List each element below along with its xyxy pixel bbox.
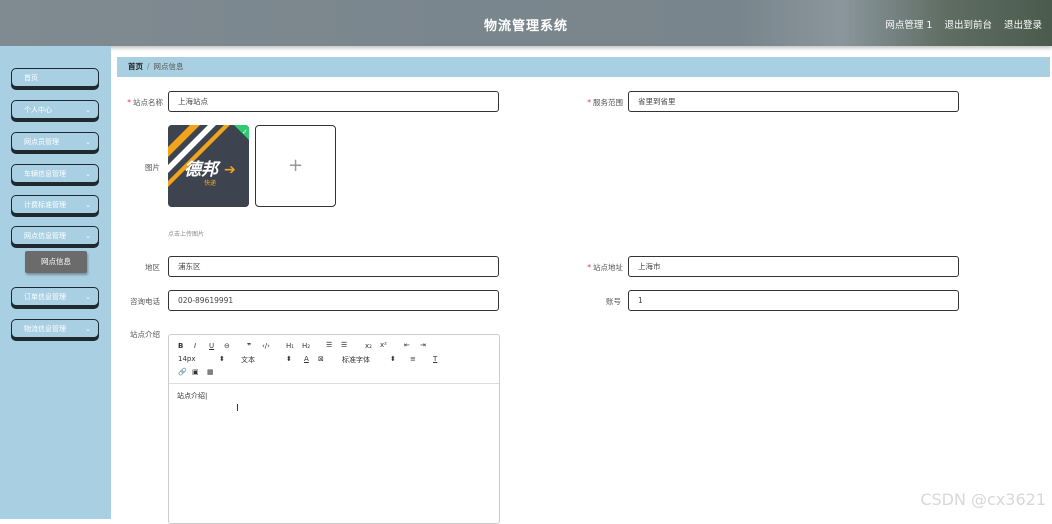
- sidebar-item-billing[interactable]: 计费标准管理 ⌄: [11, 195, 99, 214]
- text-style-label[interactable]: 文本: [241, 355, 255, 365]
- region-input[interactable]: 浦东区: [168, 256, 499, 277]
- italic-icon[interactable]: I: [194, 342, 196, 350]
- bullet-list-icon[interactable]: ☰: [341, 341, 347, 349]
- ordered-list-icon[interactable]: ☰: [326, 341, 332, 349]
- upload-hint: 点击上传图片: [168, 231, 205, 238]
- chevron-updown-icon: ⬍: [219, 355, 225, 363]
- account-input[interactable]: 1: [628, 290, 959, 311]
- heading1-icon[interactable]: H₁: [286, 342, 294, 350]
- sidebar-item-label: 物流信息管理: [24, 325, 66, 333]
- indent-icon[interactable]: ⇥: [420, 341, 426, 349]
- sidebar-item-orders[interactable]: 订单信息管理 ⌄: [11, 287, 99, 306]
- sidebar-item-label: 车辆信息管理: [24, 170, 66, 178]
- bold-icon[interactable]: B: [178, 342, 183, 350]
- upload-add-button[interactable]: +: [255, 125, 336, 207]
- breadcrumb-separator: /: [147, 62, 150, 71]
- align-icon[interactable]: ≡: [410, 355, 416, 363]
- video-icon[interactable]: ▦: [207, 368, 214, 376]
- plus-icon: +: [287, 155, 304, 176]
- subscript-icon[interactable]: x₂: [365, 342, 372, 350]
- chevron-updown-icon: ⬍: [286, 355, 292, 363]
- clear-format-icon[interactable]: T: [433, 355, 437, 363]
- required-mark: *: [587, 98, 591, 107]
- sidebar: 首页 个人中心 ⌄ 网点员管理 ⌄ 车辆信息管理 ⌄ 计费标准管理 ⌄ 网点信息…: [0, 46, 111, 519]
- svg-text:➔: ➔: [224, 162, 236, 178]
- sidebar-item-label: 网点信息管理: [24, 232, 66, 240]
- svg-text:快递: 快递: [204, 179, 216, 187]
- outdent-icon[interactable]: ⇤: [404, 341, 410, 349]
- heading2-icon[interactable]: H₂: [302, 342, 310, 350]
- editor-content[interactable]: 站点介绍|: [177, 391, 207, 401]
- code-icon[interactable]: ‹/›: [262, 342, 270, 350]
- region-label: 地区: [145, 263, 160, 272]
- required-mark: *: [127, 98, 131, 107]
- phone-label: 咨询电话: [130, 297, 160, 306]
- image-icon[interactable]: ▣: [192, 368, 199, 376]
- sidebar-item-label: 订单信息管理: [24, 293, 66, 301]
- link-icon[interactable]: 🔗: [178, 368, 187, 376]
- header-actions: 网点管理 1 退出到前台 退出登录: [885, 17, 1042, 31]
- deppon-logo-icon: ✓ 德邦 ➔ 快递: [168, 125, 249, 207]
- chevron-down-icon: ⌄: [85, 138, 91, 146]
- font-family-select[interactable]: 标准字体: [342, 355, 370, 365]
- font-color-icon[interactable]: A: [304, 355, 309, 363]
- logout-link[interactable]: 退出登录: [1004, 17, 1042, 31]
- intro-label: 站点介绍: [130, 330, 160, 339]
- uploaded-image[interactable]: ✓ 德邦 ➔ 快递: [168, 125, 249, 207]
- chevron-down-icon: ⌄: [85, 325, 91, 333]
- strike-icon[interactable]: ⊖: [224, 342, 230, 350]
- sidebar-item-vehicles[interactable]: 车辆信息管理 ⌄: [11, 164, 99, 183]
- sidebar-item-label: 首页: [24, 74, 38, 82]
- service-range-label: * 服务范围: [587, 98, 623, 107]
- svg-text:✓: ✓: [242, 128, 248, 136]
- address-input[interactable]: 上海市: [628, 256, 959, 277]
- svg-text:德邦: 德邦: [184, 160, 221, 180]
- chevron-down-icon: ⌄: [85, 201, 91, 209]
- editor-toolbar: B I U ⊖ ❞ ‹/› H₁ H₂ ☰ ☰ x₂ x² ⇤ ⇥ 14px ⬍…: [169, 335, 499, 384]
- sidebar-item-staff[interactable]: 网点员管理 ⌄: [11, 132, 99, 151]
- watermark: CSDN @cx3621: [920, 490, 1046, 509]
- address-label: * 站点地址: [587, 263, 623, 272]
- mouse-cursor-icon: I: [236, 403, 239, 414]
- image-label: 图片: [145, 163, 160, 172]
- phone-input[interactable]: 020-89619991: [168, 290, 499, 311]
- sidebar-item-label: 个人中心: [24, 106, 52, 114]
- chevron-down-icon: ⌄: [85, 232, 91, 240]
- rich-text-editor[interactable]: B I U ⊖ ❞ ‹/› H₁ H₂ ☰ ☰ x₂ x² ⇤ ⇥ 14px ⬍…: [168, 334, 500, 524]
- sidebar-subitem-station-info[interactable]: 网点信息: [25, 251, 87, 273]
- font-size-select[interactable]: 14px: [178, 355, 196, 363]
- account-label: 账号: [606, 297, 621, 306]
- blockquote-icon[interactable]: ❞: [247, 342, 251, 350]
- superscript-icon[interactable]: x²: [380, 341, 387, 349]
- sidebar-item-logistics[interactable]: 物流信息管理 ⌄: [11, 319, 99, 338]
- chevron-down-icon: ⌄: [85, 170, 91, 178]
- current-user[interactable]: 网点管理 1: [885, 17, 932, 31]
- background-color-icon[interactable]: ⊠: [318, 355, 324, 363]
- chevron-down-icon: ⌄: [85, 106, 91, 114]
- frontend-link[interactable]: 退出到前台: [944, 17, 992, 31]
- chevron-updown-icon: ⬍: [390, 355, 396, 363]
- breadcrumb: 首页 / 网点信息: [117, 57, 1050, 77]
- required-mark: *: [587, 263, 591, 272]
- top-header: 物流管理系统 网点管理 1 退出到前台 退出登录: [0, 0, 1052, 46]
- breadcrumb-current: 网点信息: [153, 62, 184, 71]
- station-name-label: * 站点名称: [127, 98, 163, 107]
- sidebar-item-profile[interactable]: 个人中心 ⌄: [11, 100, 99, 119]
- station-name-input[interactable]: 上海站点: [168, 91, 499, 112]
- service-range-input[interactable]: 省里到省里: [628, 91, 959, 112]
- breadcrumb-home[interactable]: 首页: [128, 62, 143, 71]
- chevron-down-icon: ⌄: [85, 293, 91, 301]
- text-caret: |: [205, 392, 208, 400]
- sidebar-item-home[interactable]: 首页: [11, 68, 99, 87]
- sidebar-item-label: 网点员管理: [24, 138, 59, 146]
- sidebar-item-stations[interactable]: 网点信息管理 ⌄: [11, 226, 99, 245]
- sidebar-item-label: 计费标准管理: [24, 201, 66, 209]
- underline-icon[interactable]: U: [209, 342, 214, 350]
